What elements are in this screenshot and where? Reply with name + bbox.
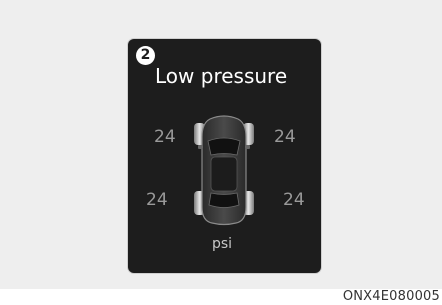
step-number-badge: 2 bbox=[136, 46, 155, 65]
front-right-pressure: 24 bbox=[274, 127, 296, 147]
right-mirror bbox=[245, 145, 250, 149]
panel-title: Low pressure bbox=[155, 64, 288, 88]
car-top-view-icon bbox=[194, 115, 254, 226]
windshield bbox=[207, 137, 241, 156]
left-mirror bbox=[198, 145, 203, 149]
roof bbox=[210, 156, 238, 192]
pressure-unit-label: psi bbox=[212, 236, 233, 252]
rear-right-pressure: 24 bbox=[283, 190, 305, 210]
rear-window bbox=[208, 192, 240, 208]
front-left-pressure: 24 bbox=[154, 127, 176, 147]
tpms-display-panel: 2 Low pressure 24 24 24 24 psi bbox=[128, 39, 321, 273]
rear-left-pressure: 24 bbox=[146, 190, 168, 210]
figure-code: ONX4E080005 bbox=[342, 289, 440, 304]
